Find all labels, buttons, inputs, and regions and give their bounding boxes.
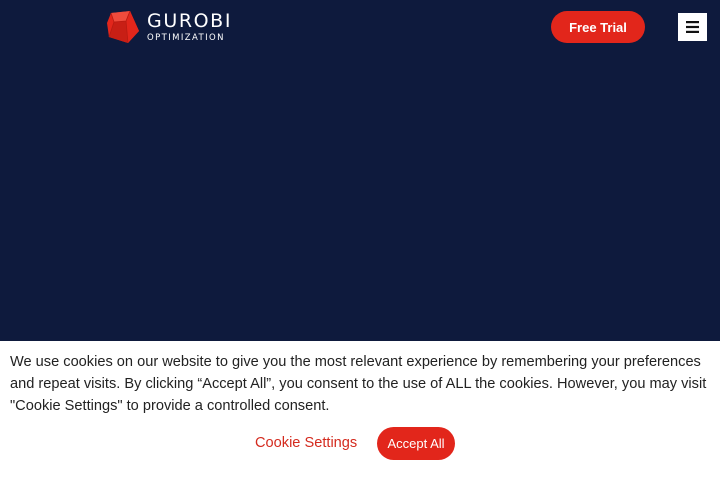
free-trial-button[interactable]: Free Trial [551,11,645,43]
page: GUROBI OPTIMIZATION Free Trial We use co… [0,0,720,480]
gurobi-cube-icon [107,10,139,44]
logo-subtitle: OPTIMIZATION [147,32,225,43]
cookie-settings-link[interactable]: Cookie Settings [255,433,357,453]
logo-text: GUROBI OPTIMIZATION [147,11,232,44]
logo-name: GUROBI [147,9,233,32]
accept-all-button[interactable]: Accept All [377,427,455,460]
cookie-consent-banner: We use cookies on our website to give yo… [0,341,720,480]
site-header: GUROBI OPTIMIZATION Free Trial [0,0,720,56]
hamburger-menu-icon [686,21,699,33]
menu-button[interactable] [677,12,708,42]
cookie-message: We use cookies on our website to give yo… [10,354,707,414]
gurobi-logo[interactable]: GUROBI OPTIMIZATION [106,10,232,44]
